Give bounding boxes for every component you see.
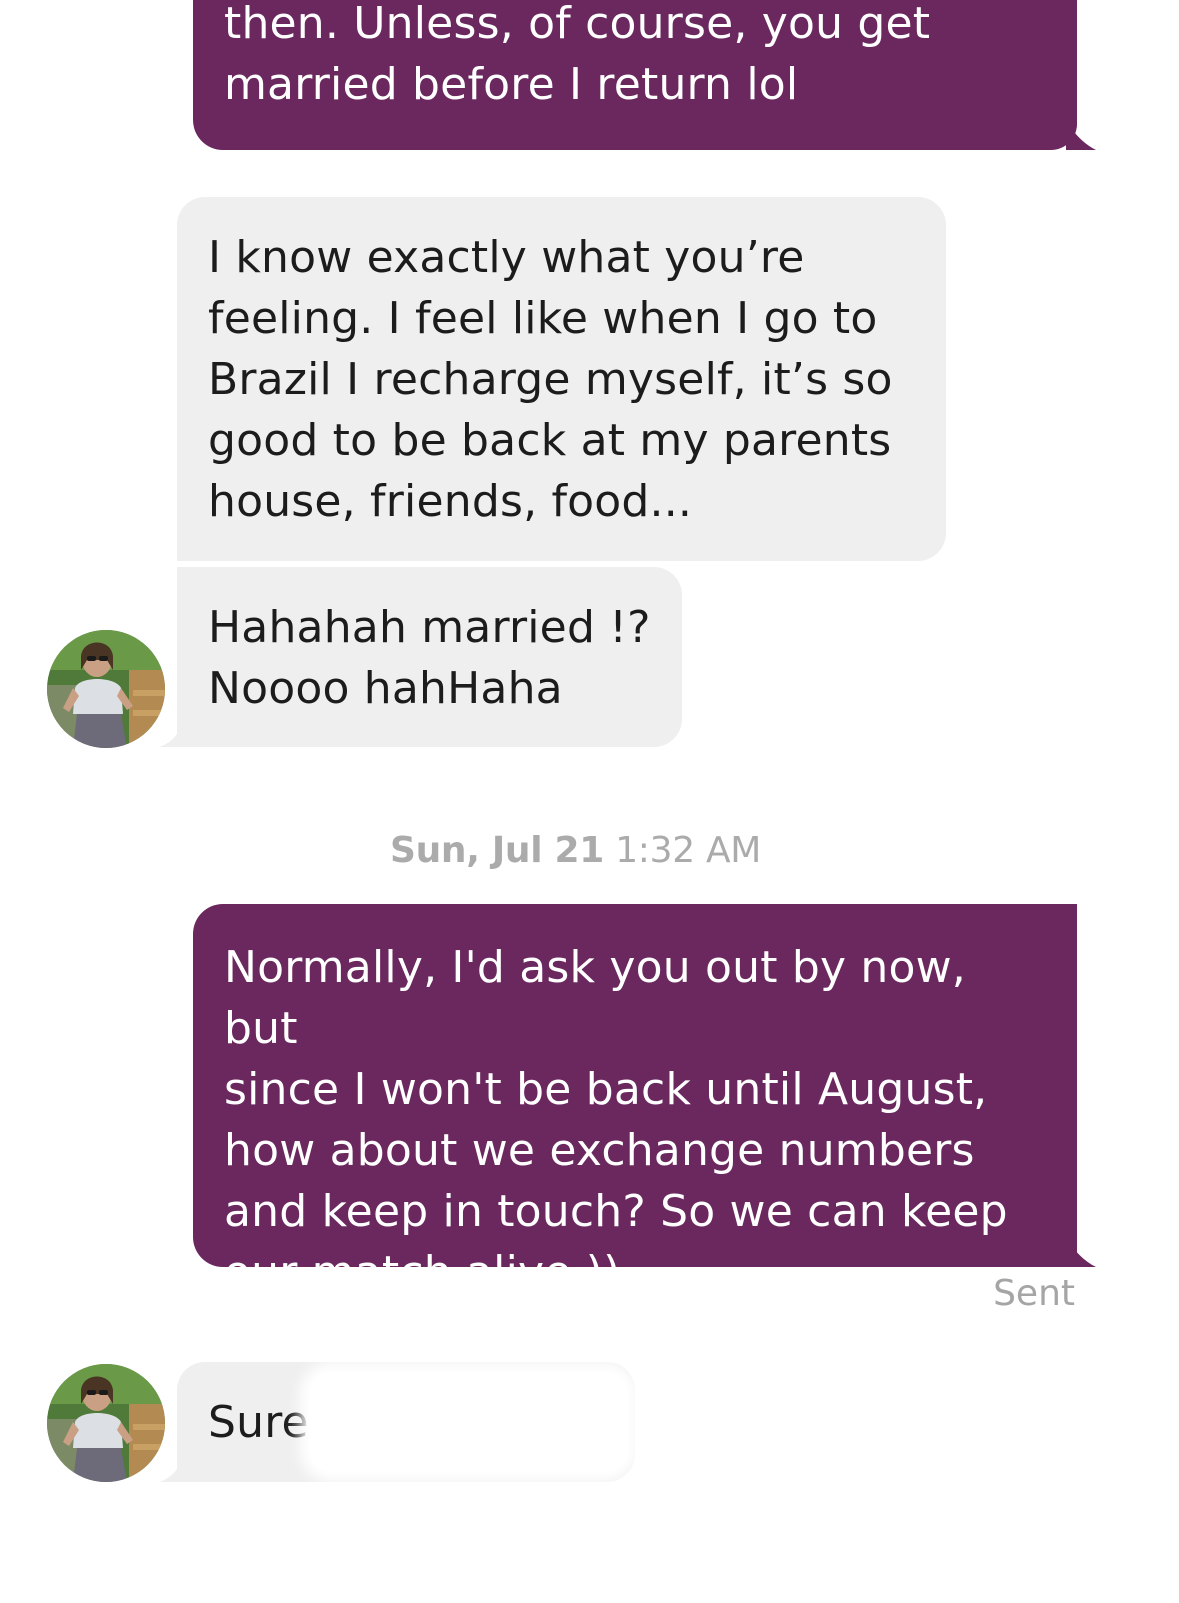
sent-message-bubble[interactable]: Normally, I'd ask you out by now, but si… [193,904,1077,1298]
redacted-area [310,1372,628,1472]
profile-photo-avatar-icon [47,630,165,748]
received-message-bubble[interactable]: Hahahah married !? Noooo hahHaha [177,567,682,747]
received-bubble-tail [159,723,181,747]
delivery-status: Sent [993,1273,1075,1314]
timestamp-time: 1:32 AM [615,830,762,871]
received-bubble-tail [159,1458,181,1482]
message-timestamp: Sun, Jul 21 1:32 AM [0,830,1151,871]
sent-bubble-tail [1066,120,1096,150]
timestamp-day: Sun, Jul 21 [389,830,605,871]
sent-bubble-tail [1066,1237,1096,1267]
chat-thread: then. Unless, of course, you get married… [0,0,1179,1603]
match-avatar[interactable] [47,630,165,748]
profile-photo-avatar-icon [47,1364,165,1482]
received-message-bubble[interactable]: I know exactly what you’re feeling. I fe… [177,197,946,561]
sent-message-bubble[interactable]: then. Unless, of course, you get married… [193,0,1077,150]
match-avatar[interactable] [47,1364,165,1482]
